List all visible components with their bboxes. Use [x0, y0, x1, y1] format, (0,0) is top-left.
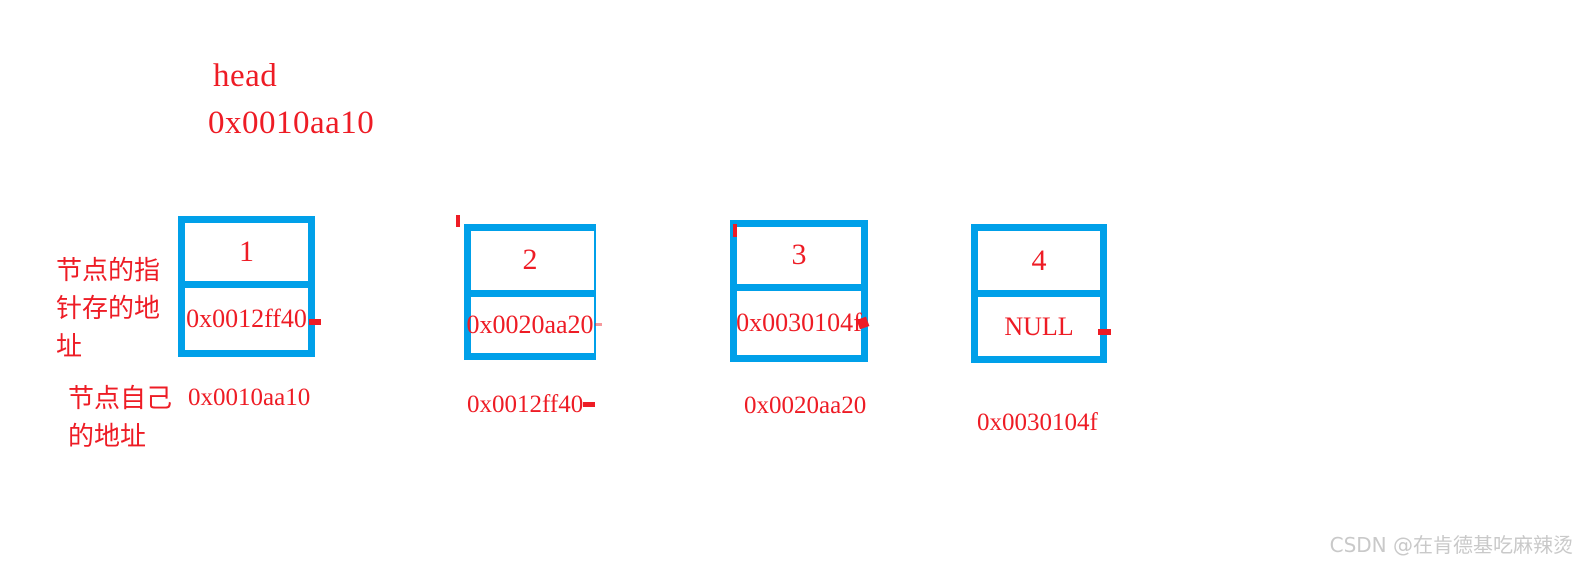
annotation-self-address: 节点自己的地址	[68, 384, 173, 452]
node-3-divider	[730, 284, 868, 291]
node-4-value: 4	[1031, 243, 1047, 277]
node-4-value-cell: 4	[971, 230, 1107, 291]
node-1: 1 0x0012ff40	[178, 216, 315, 357]
node-4-self-address: 0x0030104f	[977, 409, 1098, 436]
node-4-pointer: NULL	[1004, 311, 1074, 341]
node-4-pointer-arrow-mark	[1098, 329, 1111, 335]
node-1-pointer-cell: 0x0012ff40	[178, 288, 315, 350]
node-3-value: 3	[791, 238, 807, 271]
node-3-border-bottom	[730, 355, 868, 362]
node-1-divider	[178, 281, 315, 288]
csdn-watermark: CSDN @在肯德基吃麻辣烫	[1329, 533, 1573, 557]
annotation-pointer-address: 节点的指针存的地址	[56, 256, 161, 362]
node-2-pointer-cell: 0x0020aa20	[464, 297, 596, 353]
node-2-incoming-arrow-mark	[456, 215, 460, 227]
node-2-border-bottom	[464, 353, 596, 360]
node-4-pointer-cell: NULL	[971, 297, 1107, 356]
node-3: 3 0x0030104f	[730, 220, 868, 362]
node-1-value-cell: 1	[178, 222, 315, 282]
node-3-pointer-cell: 0x0030104f	[730, 291, 868, 355]
node-2-value-cell: 2	[464, 230, 596, 290]
node-1-pointer: 0x0012ff40	[186, 304, 307, 333]
node-3-value-cell: 3	[730, 225, 868, 285]
node-1-value: 1	[239, 235, 254, 268]
head-pointer-address: 0x0010aa10	[208, 105, 375, 141]
node-4: 4 NULL	[971, 224, 1107, 363]
node-2-self-address-arrow-mark	[583, 402, 595, 407]
node-1-pointer-arrow-mark	[309, 319, 321, 325]
node-3-incoming-arrow-mark	[733, 224, 737, 237]
node-1-self-address: 0x0010aa10	[188, 384, 311, 411]
node-2-self-address: 0x0012ff40	[467, 391, 584, 418]
head-pointer-label: head	[213, 58, 278, 94]
node-2-divider	[464, 290, 596, 297]
node-1-border-bottom	[178, 350, 315, 357]
node-2-pointer: 0x0020aa20	[466, 310, 594, 339]
node-4-divider	[971, 290, 1107, 297]
diagram-canvas: head 0x0010aa10 节点的指针存的地址 节点自己的地址 1 0x00…	[0, 0, 1587, 566]
node-3-pointer: 0x0030104f	[736, 308, 862, 337]
node-2-value: 2	[522, 243, 538, 276]
node-4-border-bottom	[971, 356, 1107, 363]
node-3-self-address: 0x0020aa20	[744, 392, 867, 419]
node-2-pointer-arrow-mark	[595, 323, 602, 326]
node-2: 2 0x0020aa20	[464, 224, 596, 360]
